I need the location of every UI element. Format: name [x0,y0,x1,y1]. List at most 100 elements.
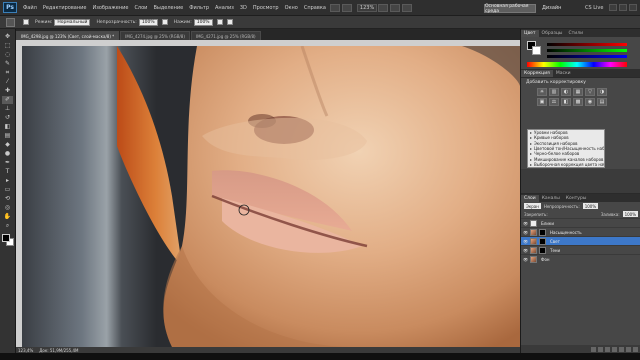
document-tab[interactable]: IMG_4298.jpg @ 123% (Свет, слой-маска/8)… [16,31,120,40]
dodge-tool-icon[interactable]: ● [2,150,13,158]
layers-panel-tab[interactable]: Слои [521,195,539,202]
layer-row[interactable]: 👁 Фон [521,254,640,263]
visibility-eye-icon[interactable]: 👁 [523,248,528,253]
red-slider[interactable] [547,43,627,46]
layer-opacity-input[interactable]: 100% [582,203,599,209]
menu-item[interactable]: Выделение [150,5,186,11]
type-tool-icon[interactable]: T [2,168,13,176]
gradient-tool-icon[interactable]: ▤ [2,132,13,140]
background-color-swatch[interactable] [532,46,541,55]
close-icon[interactable] [629,4,637,11]
tablet-pressure-opacity-toggle[interactable] [161,19,168,25]
pen-tool-icon[interactable]: ✒ [2,159,13,167]
delete-layer-icon[interactable] [633,346,638,352]
minimize-icon[interactable] [609,4,617,11]
move-tool-icon[interactable]: ✥ [2,33,13,41]
layers-panel-tab[interactable]: Контуры [563,195,590,202]
new-layer-icon[interactable] [626,346,631,352]
adjustment-type-icon[interactable]: ⚖ [549,98,559,106]
rotate-view-icon[interactable] [390,3,401,12]
menu-item[interactable]: Окно [282,5,301,11]
adjustment-layer-icon[interactable] [612,346,617,352]
adjustment-type-icon[interactable]: ☀ [537,88,547,96]
layer-row[interactable]: 👁 Насыщенность [521,227,640,236]
marquee-tool-icon[interactable]: ⬚ [2,42,13,50]
tool-preset-picker[interactable] [6,17,15,27]
tablet-pressure-size-toggle[interactable] [226,19,233,25]
design-workspace-link[interactable]: Дизайн [542,5,561,11]
adjustment-type-icon[interactable]: ▩ [573,98,583,106]
link-layers-icon[interactable] [591,346,596,352]
eyedropper-tool-icon[interactable]: ⁄ [2,78,13,86]
history-brush-tool-icon[interactable]: ↺ [2,114,13,122]
adjustment-type-icon[interactable]: ◉ [585,98,595,106]
layer-mask-thumbnail[interactable] [539,228,546,236]
color-panel-tab[interactable]: Образцы [539,30,566,37]
fill-input[interactable]: 100% [622,211,638,217]
eraser-tool-icon[interactable]: ◧ [2,123,13,131]
brush-tool-icon[interactable]: ✐ [2,96,13,104]
document-tab[interactable]: IMG_4274.jpg @ 25% (RGB/8) [120,31,190,40]
menu-item[interactable]: Анализ [212,5,237,11]
adjustment-preset-item[interactable]: Выборочная коррекция цвета наборов [528,162,604,167]
status-zoom[interactable]: 123,4% [18,348,33,353]
menu-item[interactable]: Редактирование [40,5,90,11]
adjustment-type-icon[interactable]: ▦ [573,88,583,96]
flow-input[interactable]: 100% [193,18,213,26]
shape-tool-icon[interactable]: ▭ [2,186,13,194]
3d-rotate-tool-icon[interactable]: ⟲ [2,195,13,203]
adjustment-type-icon[interactable]: ▣ [537,98,547,106]
adjustment-type-icon[interactable]: ◑ [597,88,607,96]
clone-stamp-tool-icon[interactable]: ⊥ [2,105,13,113]
workspace-button[interactable]: Основная рабочая среда [484,4,536,14]
blue-slider[interactable] [547,55,627,58]
path-select-tool-icon[interactable]: ▸ [2,177,13,185]
airbrush-toggle[interactable] [216,19,223,25]
mini-bridge-icon[interactable] [341,3,352,12]
layer-row[interactable]: 👁 Свет [521,236,640,245]
adjustment-type-icon[interactable]: ▤ [597,98,607,106]
blend-mode-select[interactable]: Экран [524,203,541,209]
maximize-icon[interactable] [619,4,627,11]
healing-brush-tool-icon[interactable]: ✚ [2,87,13,95]
adjustment-panel-tab[interactable]: Маски [553,70,574,77]
hand-icon[interactable] [378,3,389,12]
menu-item[interactable]: Просмотр [250,5,282,11]
layers-panel-tab[interactable]: Каналы [539,195,563,202]
layer-mask-thumbnail[interactable] [539,237,546,245]
visibility-eye-icon[interactable]: 👁 [523,239,528,244]
3d-camera-tool-icon[interactable]: ◎ [2,204,13,212]
new-group-icon[interactable] [619,346,624,352]
hand-tool-icon[interactable]: ✋ [2,213,13,221]
layer-row[interactable]: 👁 Тени [521,245,640,254]
zoom-level[interactable]: 123% [356,3,378,12]
visibility-eye-icon[interactable]: 👁 [523,230,528,235]
cs-live-button[interactable]: CS Live [585,5,603,11]
foreground-background-colors[interactable] [1,234,14,246]
adjustment-type-icon[interactable]: ▥ [549,88,559,96]
arrange-documents-icon[interactable] [402,3,413,12]
adjustment-type-icon[interactable]: ▽ [585,88,595,96]
visibility-eye-icon[interactable]: 👁 [523,257,528,262]
green-slider[interactable] [547,49,627,52]
document-image[interactable] [22,46,520,347]
adjustment-panel-tab[interactable]: Коррекция [521,70,553,77]
lasso-tool-icon[interactable]: ◌ [2,51,13,59]
opacity-input[interactable]: 100% [138,18,158,26]
quick-select-tool-icon[interactable]: ✎ [2,60,13,68]
document-tab[interactable]: IMG_4271.jpg @ 25% (RGB/8) [190,31,261,40]
layer-row[interactable]: 👁 Блики [521,218,640,227]
menu-item[interactable]: Фильтр [186,5,212,11]
layer-style-icon[interactable] [598,346,603,352]
menu-item[interactable]: Изображение [89,5,131,11]
adjustment-type-icon[interactable]: ◐ [561,88,571,96]
foreground-color-icon[interactable] [1,234,10,242]
blur-tool-icon[interactable]: ◆ [2,141,13,149]
visibility-eye-icon[interactable]: 👁 [523,221,528,226]
color-panel-tab[interactable]: Стили [566,30,587,37]
zoom-tool-icon[interactable]: ⌕ [2,222,13,230]
color-panel-tab[interactable]: Цвет [521,30,539,37]
menu-item[interactable]: Слои [131,5,150,11]
menu-item[interactable]: Файл [20,5,40,11]
brush-preset-picker[interactable] [23,19,29,25]
